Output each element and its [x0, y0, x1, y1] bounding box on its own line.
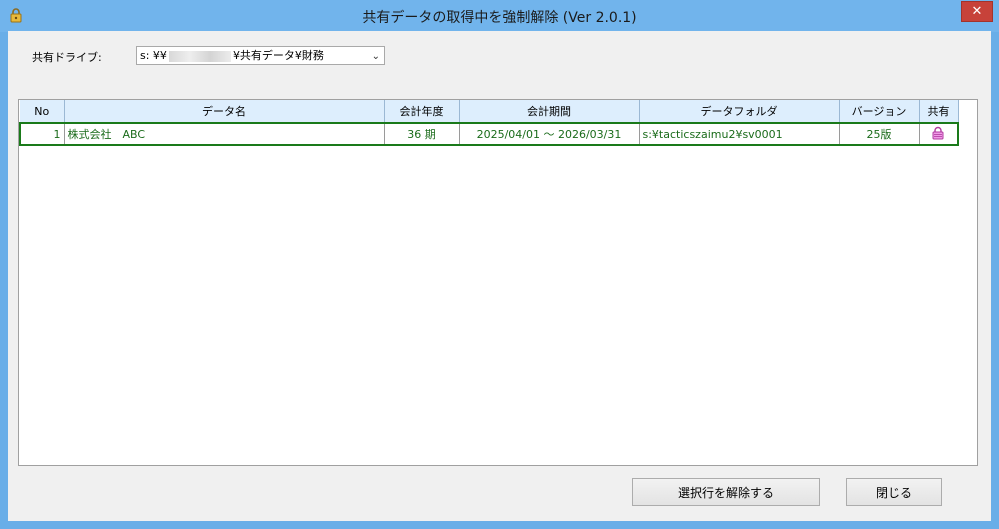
table-row[interactable]: 1 株式会社 ABC 36 期 2025/04/01 ～ 2026/03/31 … [19, 122, 959, 146]
cell-data-name: 株式会社 ABC [64, 122, 385, 146]
data-table: No データ名 会計年度 会計期間 データフォルダ バージョン 共有 1 株式会… [19, 100, 959, 146]
drive-path-prefix: s: ¥¥ [140, 49, 167, 62]
masked-path-segment [168, 50, 231, 62]
drive-path-suffix: ¥共有データ¥財務 [232, 49, 324, 62]
release-selected-button[interactable]: 選択行を解除する [632, 478, 820, 506]
cell-version: 25版 [839, 122, 920, 146]
table-header-row: No データ名 会計年度 会計期間 データフォルダ バージョン 共有 [20, 100, 959, 124]
client-area: 共有ドライブ: s: ¥¥ ¥共有データ¥財務 ⌄ No データ名 会計年度 会… [8, 31, 991, 521]
header-data-name[interactable]: データ名 [64, 100, 385, 124]
title-bar[interactable]: 共有データの取得中を強制解除 (Ver 2.0.1) ✕ [0, 0, 999, 32]
shared-drive-label: 共有ドライブ: [32, 51, 102, 64]
chevron-down-icon[interactable]: ⌄ [372, 48, 380, 65]
close-button[interactable]: 閉じる [846, 478, 942, 506]
header-folder[interactable]: データフォルダ [639, 100, 840, 124]
shared-drive-select[interactable]: s: ¥¥ ¥共有データ¥財務 ⌄ [136, 46, 385, 65]
header-period[interactable]: 会計期間 [459, 100, 640, 124]
app-window: 共有データの取得中を強制解除 (Ver 2.0.1) ✕ 共有ドライブ: s: … [0, 0, 999, 529]
header-no[interactable]: No [20, 100, 65, 124]
cell-no: 1 [19, 122, 65, 146]
cell-period: 2025/04/01 ～ 2026/03/31 [459, 122, 640, 146]
header-version[interactable]: バージョン [839, 100, 920, 124]
window-title: 共有データの取得中を強制解除 (Ver 2.0.1) [362, 10, 637, 26]
header-shared[interactable]: 共有 [919, 100, 959, 124]
cell-fiscal-year: 36 期 [384, 122, 460, 146]
cell-shared [919, 122, 959, 146]
window-close-button[interactable]: ✕ [961, 1, 993, 22]
data-list[interactable]: No データ名 会計年度 会計期間 データフォルダ バージョン 共有 1 株式会… [18, 99, 978, 466]
header-fiscal-year[interactable]: 会計年度 [384, 100, 460, 124]
cell-folder: s:¥tacticszaimu2¥sv0001 [639, 122, 840, 146]
lock-icon [931, 126, 945, 143]
